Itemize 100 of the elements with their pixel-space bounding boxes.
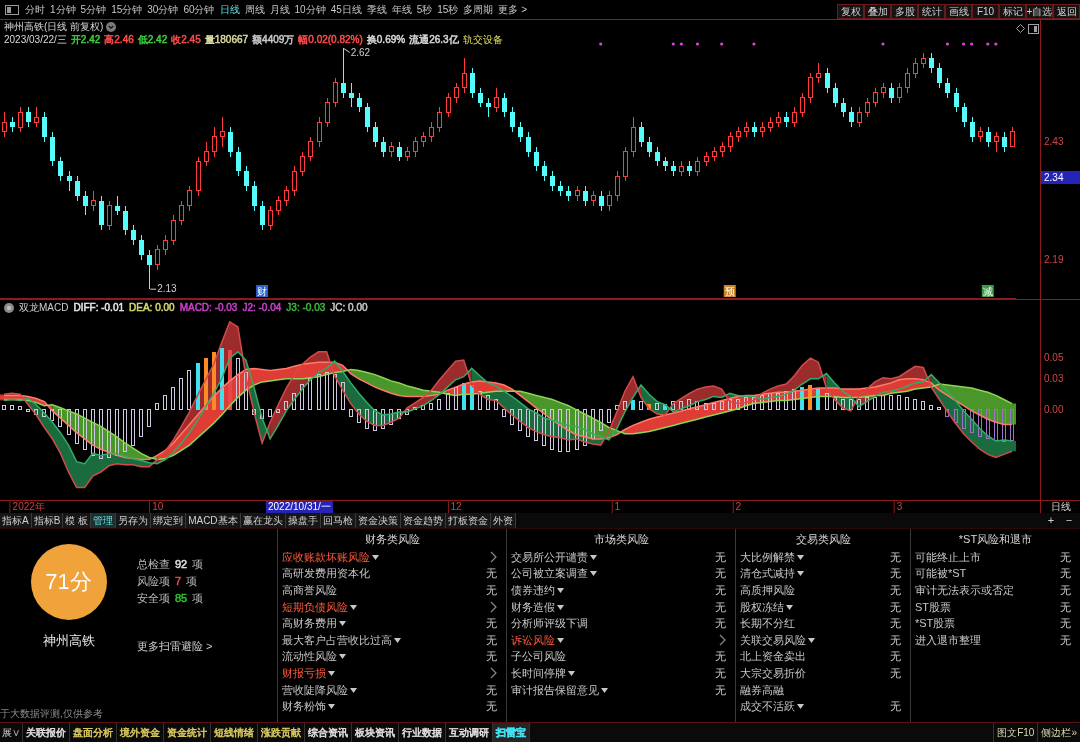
indicator-tab[interactable]: 资金趋势 <box>400 513 446 528</box>
period-tab[interactable]: 5秒 <box>416 4 433 15</box>
caret-down-icon[interactable] <box>372 554 379 560</box>
indicator-tab[interactable]: 另存为 <box>116 513 152 528</box>
toolbar-button[interactable]: 多股 <box>891 4 918 19</box>
risk-item-label[interactable]: ST股票 <box>915 601 952 613</box>
risk-item-label[interactable]: 高质押风险 <box>740 585 795 596</box>
bottom-tab[interactable]: 板块资讯 <box>352 723 399 742</box>
risk-item-label[interactable]: 债券违约 <box>511 585 555 596</box>
indicator-tab[interactable]: 操盘手 <box>285 513 321 528</box>
risk-item-label[interactable]: 子公司风险 <box>511 651 566 663</box>
bottom-tab[interactable]: 盘面分析 <box>70 723 117 742</box>
window-icon[interactable] <box>1028 24 1039 34</box>
period-tab[interactable]: 年线 <box>391 4 412 15</box>
indicator-tab[interactable]: MACD基本 <box>186 513 241 528</box>
risk-item-label[interactable]: 公司被立案调查 <box>511 568 588 580</box>
side-button[interactable]: 图文F10 <box>993 723 1038 742</box>
side-button[interactable]: 侧边栏» <box>1037 723 1080 742</box>
risk-item-label[interactable]: 股权冻结 <box>740 601 784 613</box>
period-tab[interactable]: 10分钟 <box>294 4 326 15</box>
caret-down-icon[interactable] <box>797 571 804 577</box>
indicator-tab[interactable]: 模 板 <box>63 513 92 528</box>
caret-down-icon[interactable] <box>394 637 401 643</box>
risk-item-label[interactable]: *ST股票 <box>915 618 956 630</box>
risk-item-label[interactable]: 审计无法表示或否定 <box>915 585 1014 596</box>
panel-icon[interactable] <box>5 4 19 15</box>
risk-item-label[interactable]: 高财务费用 <box>282 618 337 630</box>
period-tab[interactable]: 季线 <box>366 4 387 15</box>
indicator-tab[interactable]: 赢在龙头 <box>240 513 286 528</box>
period-tab[interactable]: 周线 <box>244 4 265 15</box>
risk-item-label[interactable]: 成交不活跃 <box>740 701 795 713</box>
chevron-right-icon[interactable] <box>490 667 497 680</box>
period-tab[interactable]: 60分钟 <box>183 4 215 15</box>
caret-down-icon[interactable] <box>328 704 335 710</box>
indicator-tab[interactable]: 资金决策 <box>355 513 401 528</box>
risk-item-label[interactable]: 交易所公开谴责 <box>511 551 588 563</box>
chevron-right-icon[interactable] <box>490 551 497 564</box>
caret-down-icon[interactable] <box>557 604 564 610</box>
toolbar-button[interactable]: 画线 <box>945 4 972 19</box>
period-tab[interactable]: 15秒 <box>437 4 459 15</box>
period-tab[interactable]: 15分钟 <box>111 4 143 15</box>
risk-item-label[interactable]: 大宗交易折价 <box>740 667 806 679</box>
risk-item-label[interactable]: 长期不分红 <box>740 618 795 630</box>
risk-item-label[interactable]: 营收陡降风险 <box>282 684 348 696</box>
risk-item-label[interactable]: 分析师评级下调 <box>511 618 588 630</box>
bottom-tab[interactable]: 扫雷宝 <box>493 723 530 742</box>
risk-item-label[interactable]: 财务粉饰 <box>282 701 326 713</box>
event-marker[interactable]: 财 <box>256 285 269 297</box>
period-tab[interactable]: 月线 <box>269 4 290 15</box>
diamond-icon[interactable] <box>1016 24 1025 33</box>
bottom-tab[interactable]: 短线情绪 <box>211 723 258 742</box>
indicator-tab[interactable]: 指标B <box>31 513 64 528</box>
caret-down-icon[interactable] <box>590 554 597 560</box>
risk-item-label[interactable]: 可能终止上市 <box>915 551 981 563</box>
bottom-tab[interactable]: 互动调研 <box>446 723 493 742</box>
caret-down-icon[interactable] <box>339 654 346 660</box>
chevron-right-icon[interactable] <box>490 601 497 614</box>
bottom-tab[interactable]: 境外资金 <box>117 723 164 742</box>
zoom-button[interactable]: + <box>1044 513 1058 528</box>
zoom-button[interactable]: − <box>1062 513 1076 528</box>
toolbar-button[interactable]: 叠加 <box>864 4 891 19</box>
indicator-name[interactable]: 双龙MACD <box>19 302 69 314</box>
risk-item-label[interactable]: 财报亏损 <box>282 667 326 679</box>
risk-item-label[interactable]: 最大客户占营收比过高 <box>282 634 392 646</box>
toolbar-button[interactable]: +自选 <box>1026 4 1053 19</box>
period-tab[interactable]: 5分钟 <box>80 4 107 15</box>
caret-down-icon[interactable] <box>786 604 793 610</box>
caret-down-icon[interactable] <box>557 637 564 643</box>
caret-down-icon[interactable] <box>328 670 335 676</box>
caret-down-icon[interactable] <box>797 554 804 560</box>
risk-item-label[interactable]: 大比例解禁 <box>740 551 795 563</box>
period-tab[interactable]: 分时 <box>25 4 45 15</box>
toolbar-button[interactable]: 标记 <box>999 4 1026 19</box>
caret-down-icon[interactable] <box>601 687 608 693</box>
indicator-tab[interactable]: 指标A <box>0 513 32 528</box>
bottom-tab[interactable]: 综合资讯 <box>305 723 352 742</box>
risk-item-label[interactable]: 融券高融 <box>740 684 784 696</box>
toolbar-button[interactable]: 复权 <box>837 4 864 19</box>
risk-item-label[interactable]: 清仓式减持 <box>740 568 795 580</box>
risk-item-label[interactable]: 流动性风险 <box>282 651 337 663</box>
event-marker[interactable]: 减 <box>981 285 994 297</box>
risk-item-label[interactable]: 北上资金卖出 <box>740 651 806 663</box>
industry-tag[interactable]: 轨交设备 <box>462 34 503 46</box>
toolbar-button[interactable]: 统计 <box>918 4 945 19</box>
risk-item-label[interactable]: 审计报告保留意见 <box>511 684 599 696</box>
risk-item-label[interactable]: 财务造假 <box>511 601 555 613</box>
period-tab[interactable]: 45日线 <box>330 4 362 15</box>
indicator-tab[interactable]: 绑定到 <box>151 513 187 528</box>
bottom-tab[interactable]: 资金统计 <box>164 723 211 742</box>
bottom-tab[interactable]: 涨跌贡献 <box>258 723 305 742</box>
caret-down-icon[interactable] <box>350 604 357 610</box>
indicator-tab[interactable]: 回马枪 <box>320 513 356 528</box>
indicator-dot-icon[interactable] <box>4 303 14 313</box>
risk-item-label[interactable]: 应收账款坏账风险 <box>282 551 370 563</box>
risk-item-label[interactable]: 长时间停牌 <box>511 667 566 679</box>
risk-item-label[interactable]: 高研发费用资本化 <box>282 568 370 580</box>
bottom-tab[interactable]: 关联报价 <box>23 723 70 742</box>
caret-down-icon[interactable] <box>557 588 564 593</box>
period-tab[interactable]: 1分钟 <box>50 4 76 15</box>
more-link[interactable]: 更多扫雷避险 > <box>137 641 213 652</box>
